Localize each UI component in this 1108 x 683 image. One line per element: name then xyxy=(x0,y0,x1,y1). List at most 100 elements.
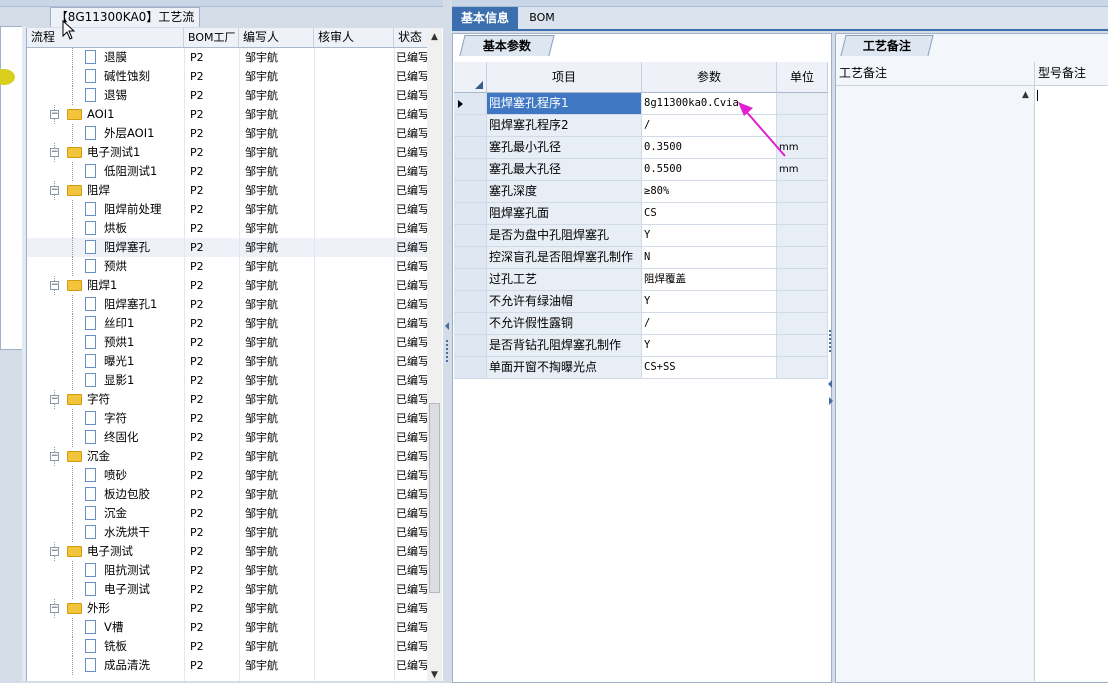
param-row[interactable]: 不允许假性露铜 / xyxy=(454,313,828,335)
col-header-bom[interactable]: BOM工厂 xyxy=(184,28,239,47)
param-unit-cell[interactable] xyxy=(777,181,828,202)
param-row[interactable]: 过孔工艺 阻焊覆盖 xyxy=(454,269,828,291)
param-name-cell[interactable]: 不允许假性露铜 xyxy=(487,313,642,334)
row-indicator[interactable] xyxy=(454,159,487,180)
param-name-cell[interactable]: 塞孔最大孔径 xyxy=(487,159,642,180)
collapse-toggle-icon[interactable]: − xyxy=(50,281,59,290)
param-name-cell[interactable]: 不允许有绿油帽 xyxy=(487,291,642,312)
tab-basic-info[interactable]: 基本信息 xyxy=(452,7,518,31)
param-row[interactable]: 是否为盘中孔阻焊塞孔 Y xyxy=(454,225,828,247)
param-unit-cell[interactable] xyxy=(777,291,828,312)
tree-row[interactable]: 字符 P2 邹宇航 已编写 xyxy=(27,409,427,428)
main-splitter[interactable] xyxy=(443,0,452,681)
tree-row[interactable]: − 电子测试1 P2 邹宇航 已编写 xyxy=(27,143,427,162)
param-row[interactable]: 控深盲孔是否阻焊塞孔制作 N xyxy=(454,247,828,269)
row-indicator[interactable] xyxy=(454,93,487,114)
tree-row[interactable]: 碱性蚀刻 P2 邹宇航 已编写 xyxy=(27,67,427,86)
tree-row[interactable]: 显影1 P2 邹宇航 已编写 xyxy=(27,371,427,390)
param-unit-cell[interactable] xyxy=(777,225,828,246)
col-header-model-remark[interactable]: 型号备注 xyxy=(1034,62,1108,86)
col-header-flow[interactable]: 流程 xyxy=(27,28,184,47)
tree-row[interactable]: 沉金 P2 邹宇航 已编写 xyxy=(27,504,427,523)
tree-scrollbar[interactable]: ▲ ▼ xyxy=(427,28,442,681)
tree-row[interactable]: 外层AOI1 P2 邹宇航 已编写 xyxy=(27,124,427,143)
tree-row[interactable]: − 阻焊1 P2 邹宇航 已编写 xyxy=(27,276,427,295)
param-unit-cell[interactable]: mm xyxy=(777,159,828,180)
row-indicator[interactable] xyxy=(454,313,487,334)
tab-basic-params[interactable]: 基本参数 xyxy=(459,35,555,56)
tree-row[interactable]: 预烘 P2 邹宇航 已编写 xyxy=(27,257,427,276)
collapse-toggle-icon[interactable]: − xyxy=(50,395,59,404)
row-indicator[interactable] xyxy=(454,203,487,224)
tree-row[interactable]: 阻焊前处理 P2 邹宇航 已编写 xyxy=(27,200,427,219)
tree-row[interactable]: V槽 P2 邹宇航 已编写 xyxy=(27,618,427,637)
param-row[interactable]: 塞孔最大孔径 0.5500 mm xyxy=(454,159,828,181)
col-header-unit[interactable]: 单位 xyxy=(777,62,828,93)
tree-row[interactable]: 退膜 P2 邹宇航 已编写 xyxy=(27,48,427,67)
collapse-toggle-icon[interactable]: − xyxy=(50,452,59,461)
collapse-toggle-icon[interactable]: − xyxy=(50,547,59,556)
row-indicator[interactable] xyxy=(454,247,487,268)
param-value-cell[interactable]: Y xyxy=(642,225,777,246)
param-row[interactable]: 是否背钻孔阻焊塞孔制作 Y xyxy=(454,335,828,357)
param-value-cell[interactable]: Y xyxy=(642,291,777,312)
collapse-toggle-icon[interactable]: − xyxy=(50,186,59,195)
param-row[interactable]: 塞孔深度 ≥80% xyxy=(454,181,828,203)
row-indicator[interactable] xyxy=(454,137,487,158)
param-unit-cell[interactable] xyxy=(777,203,828,224)
param-unit-cell[interactable] xyxy=(777,335,828,356)
scroll-thumb[interactable] xyxy=(429,403,440,593)
tree-row[interactable]: − AOI1 P2 邹宇航 已编写 xyxy=(27,105,427,124)
tree-row[interactable]: − 字符 P2 邹宇航 已编写 xyxy=(27,390,427,409)
param-name-cell[interactable]: 单面开窗不掏曝光点 xyxy=(487,357,642,378)
collapse-toggle-icon[interactable]: − xyxy=(50,604,59,613)
remark-scrollbar[interactable]: ▲ xyxy=(1018,86,1033,681)
expand-remarks-icon[interactable] xyxy=(829,397,833,405)
row-indicator[interactable] xyxy=(454,357,487,378)
param-value-cell[interactable]: 0.5500 xyxy=(642,159,777,180)
param-unit-cell[interactable] xyxy=(777,247,828,268)
tree-row[interactable]: 烘板 P2 邹宇航 已编写 xyxy=(27,219,427,238)
param-name-cell[interactable]: 阻焊塞孔程序1 xyxy=(487,93,642,114)
top-splitter-bar[interactable] xyxy=(0,0,1108,7)
param-value-cell[interactable]: Y xyxy=(642,335,777,356)
row-indicator[interactable] xyxy=(454,225,487,246)
col-header-writer[interactable]: 编写人 xyxy=(239,28,314,47)
tree-row[interactable]: 成品清洗 P2 邹宇航 已编写 xyxy=(27,656,427,675)
collapse-toggle-icon[interactable]: − xyxy=(50,110,59,119)
tree-row[interactable]: 板边包胶 P2 邹宇航 已编写 xyxy=(27,485,427,504)
param-name-cell[interactable]: 控深盲孔是否阻焊塞孔制作 xyxy=(487,247,642,268)
param-name-cell[interactable]: 塞孔深度 xyxy=(487,181,642,202)
collapse-params-icon[interactable] xyxy=(828,380,832,388)
param-unit-cell[interactable] xyxy=(777,269,828,290)
tree-row[interactable]: 铣板 P2 邹宇航 已编写 xyxy=(27,637,427,656)
param-value-cell[interactable]: CS xyxy=(642,203,777,224)
param-value-cell[interactable]: ≥80% xyxy=(642,181,777,202)
tree-row[interactable]: − 沉金 P2 邹宇航 已编写 xyxy=(27,447,427,466)
param-row[interactable]: 阻焊塞孔面 CS xyxy=(454,203,828,225)
tab-process-remarks[interactable]: 工艺备注 xyxy=(840,35,934,56)
param-value-cell[interactable]: N xyxy=(642,247,777,268)
param-value-cell[interactable]: 阻焊覆盖 xyxy=(642,269,777,290)
row-indicator[interactable] xyxy=(454,181,487,202)
tree-row[interactable]: 水洗烘干 P2 邹宇航 已编写 xyxy=(27,523,427,542)
tree-row[interactable]: − 电子测试 P2 邹宇航 已编写 xyxy=(27,542,427,561)
tree-row[interactable]: 曝光1 P2 邹宇航 已编写 xyxy=(27,352,427,371)
tree-row[interactable]: 退锡 P2 邹宇航 已编写 xyxy=(27,86,427,105)
param-value-cell[interactable]: / xyxy=(642,313,777,334)
col-header-param[interactable]: 参数 xyxy=(642,62,777,93)
param-name-cell[interactable]: 阻焊塞孔面 xyxy=(487,203,642,224)
col-header-process-remark[interactable]: 工艺备注 xyxy=(836,62,1035,86)
model-remark-textarea[interactable] xyxy=(1034,86,1108,681)
collapse-left-icon[interactable] xyxy=(445,322,449,330)
collapse-toggle-icon[interactable]: − xyxy=(50,148,59,157)
col-header-item[interactable]: 项目 xyxy=(487,62,642,93)
tab-bom[interactable]: BOM xyxy=(522,7,562,29)
tree-row[interactable]: 预烘1 P2 邹宇航 已编写 xyxy=(27,333,427,352)
tree-row[interactable]: 电子测试 P2 邹宇航 已编写 xyxy=(27,580,427,599)
param-unit-cell[interactable] xyxy=(777,357,828,378)
param-value-cell[interactable]: CS+SS xyxy=(642,357,777,378)
tree-row[interactable]: 阻抗测试 P2 邹宇航 已编写 xyxy=(27,561,427,580)
param-unit-cell[interactable] xyxy=(777,313,828,334)
tree-row[interactable]: 丝印1 P2 邹宇航 已编写 xyxy=(27,314,427,333)
